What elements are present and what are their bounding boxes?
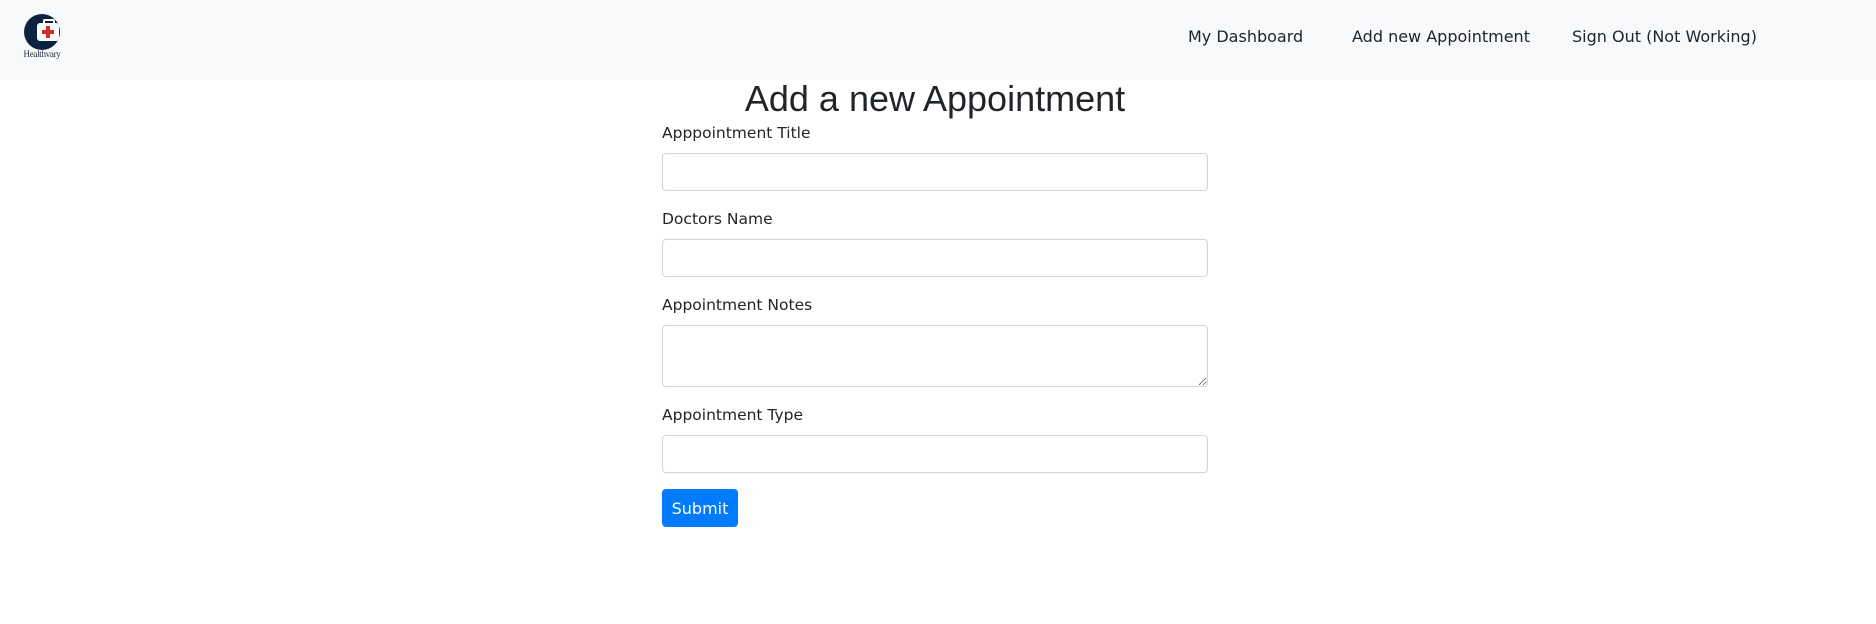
brand-logo-text: Healthvary [23,49,61,59]
nav-link-my-dashboard[interactable]: My Dashboard [1188,27,1303,46]
submit-button[interactable]: Submit [662,489,738,527]
medical-bag-icon [24,14,60,50]
brand-logo[interactable]: Healthvary [18,14,66,60]
page-title: Add a new Appointment [744,78,1126,119]
appointment-notes-textarea[interactable] [662,325,1208,387]
doctors-name-label: Doctors Name [662,210,773,228]
appointment-title-label: Apppointment Title [662,124,811,142]
nav-link-sign-out[interactable]: Sign Out (Not Working) [1572,27,1757,46]
navbar: Healthvary My Dashboard Add new Appointm… [0,0,1876,80]
appointment-type-label: Appointment Type [662,406,804,424]
appointment-type-input[interactable] [662,435,1208,473]
nav-link-add-appointment[interactable]: Add new Appointment [1352,27,1530,46]
doctors-name-input[interactable] [662,239,1208,277]
appointment-title-input[interactable] [662,153,1208,191]
appointment-notes-label: Appointment Notes [662,296,813,314]
